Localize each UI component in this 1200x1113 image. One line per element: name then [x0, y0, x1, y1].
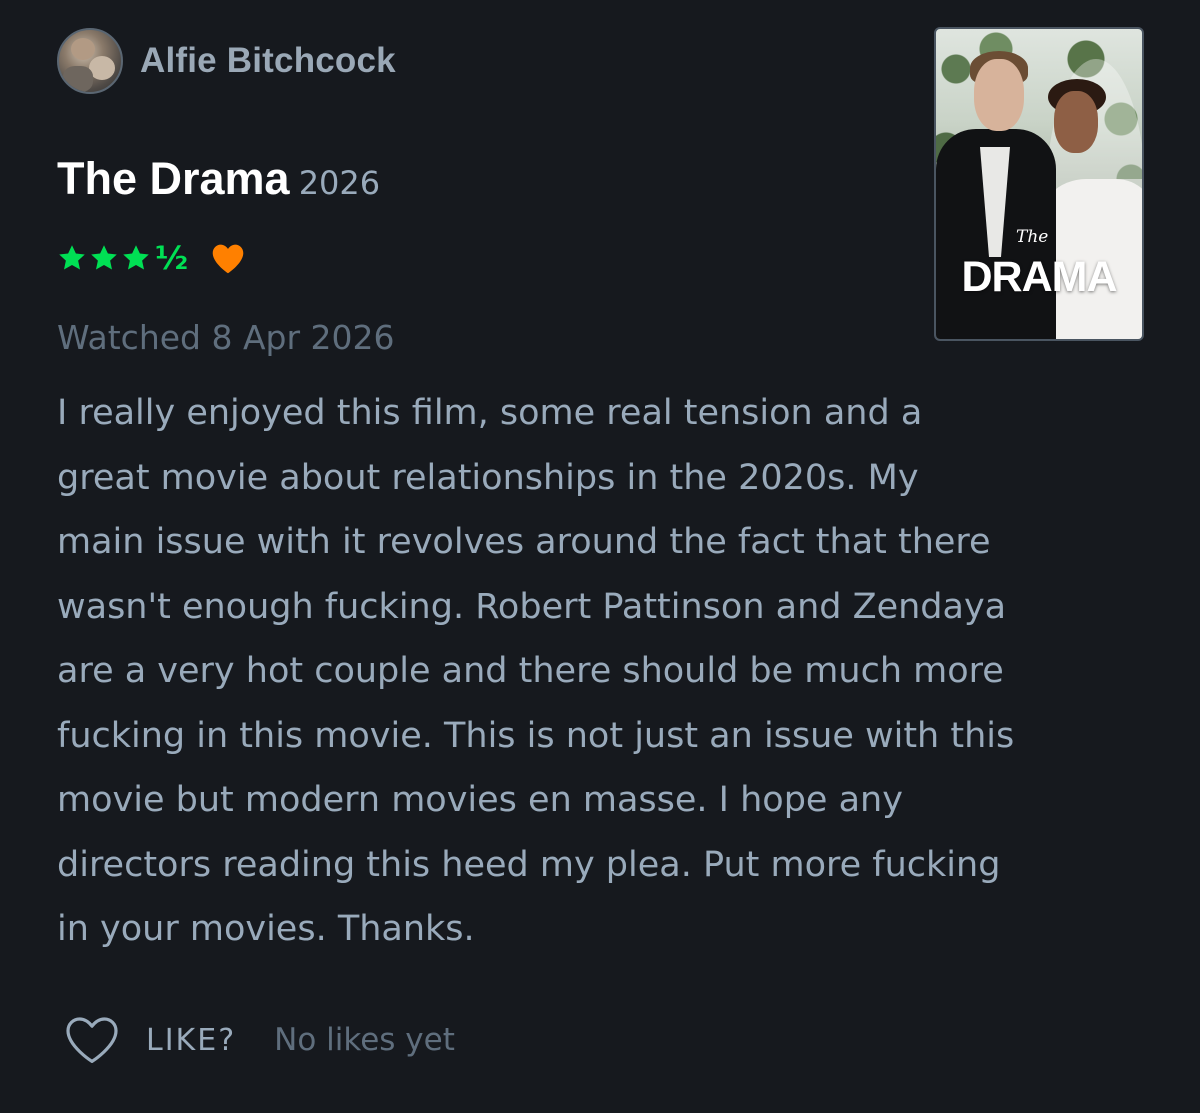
- review-line: main issue with it revolves around the f…: [57, 522, 991, 562]
- half-star: ½: [155, 239, 189, 277]
- likes-count[interactable]: No likes yet: [274, 1022, 455, 1058]
- review-line: movie but modern movies en masse. I hope…: [57, 780, 903, 820]
- heart-outline-icon[interactable]: [64, 1015, 120, 1065]
- poster-small-text: The: [1016, 227, 1049, 247]
- poster-title-text: DRAMA: [961, 253, 1117, 301]
- review-line: I really enjoyed this film, some real te…: [57, 393, 923, 433]
- review-line: wasn't enough fucking. Robert Pattinson …: [57, 586, 1007, 627]
- review-line: are a very hot couple and there should b…: [57, 651, 1004, 691]
- avatar[interactable]: [57, 28, 123, 94]
- film-poster[interactable]: The DRAMA: [934, 27, 1144, 341]
- liked-heart-icon: [212, 244, 244, 274]
- star-rating: ½: [57, 242, 188, 274]
- star-icon: [123, 245, 149, 270]
- watched-date: Watched 8 Apr 2026: [57, 318, 395, 357]
- like-button[interactable]: LIKE?: [146, 1023, 236, 1058]
- review-author[interactable]: Alfie Bitchcock: [57, 27, 396, 95]
- author-name[interactable]: Alfie Bitchcock: [140, 41, 396, 81]
- film-heading: The Drama 2026: [57, 153, 380, 205]
- review-line: in your movies. Thanks.: [57, 909, 475, 949]
- film-year[interactable]: 2026: [299, 164, 380, 202]
- star-icon: [91, 245, 117, 270]
- review-text: I really enjoyed this film, some real te…: [57, 381, 1157, 962]
- rating-row: ½: [57, 234, 246, 282]
- review-line: directors reading this heed my plea. Put…: [57, 844, 1001, 885]
- star-icon: [59, 245, 85, 270]
- film-title[interactable]: The Drama: [57, 153, 290, 204]
- review-line: fucking in this movie. This is not just …: [57, 715, 1015, 756]
- review-card: Alfie Bitchcock The Drama 2026 ½ Watched…: [0, 0, 1200, 1113]
- like-row: LIKE? No likes yet: [64, 1013, 455, 1067]
- review-line: great movie about relationships in the 2…: [57, 457, 919, 498]
